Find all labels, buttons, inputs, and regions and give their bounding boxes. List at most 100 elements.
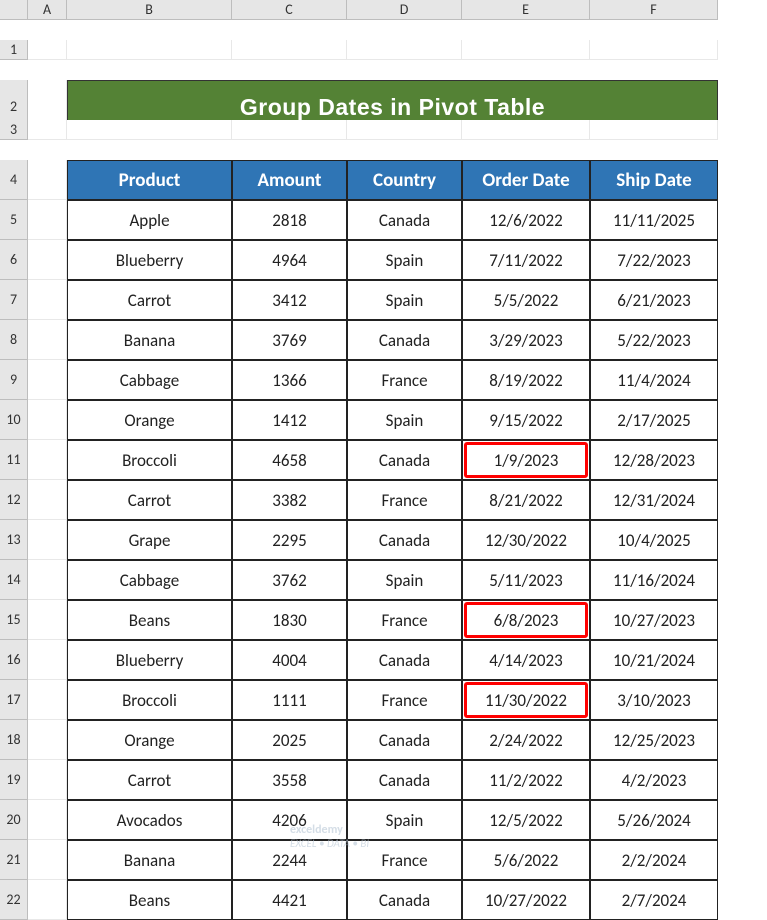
data-cell[interactable]: 1/9/2023 bbox=[462, 440, 590, 480]
data-cell[interactable]: 2295 bbox=[232, 520, 347, 560]
row-header-6[interactable]: 6 bbox=[0, 240, 28, 280]
data-cell[interactable]: 10/27/2023 bbox=[590, 600, 718, 640]
data-cell[interactable]: 2/2/2024 bbox=[590, 840, 718, 880]
data-cell[interactable]: Canada bbox=[347, 200, 462, 240]
data-cell[interactable]: Spain bbox=[347, 240, 462, 280]
data-cell[interactable]: 11/4/2024 bbox=[590, 360, 718, 400]
data-cell[interactable]: 5/22/2023 bbox=[590, 320, 718, 360]
empty-cell[interactable] bbox=[28, 360, 67, 400]
empty-cell[interactable] bbox=[590, 120, 718, 140]
data-cell[interactable]: 10/21/2024 bbox=[590, 640, 718, 680]
data-cell[interactable]: 7/11/2022 bbox=[462, 240, 590, 280]
empty-cell[interactable] bbox=[28, 480, 67, 520]
row-header-11[interactable]: 11 bbox=[0, 440, 28, 480]
row-header-7[interactable]: 7 bbox=[0, 280, 28, 320]
data-cell[interactable]: 1412 bbox=[232, 400, 347, 440]
row-header-15[interactable]: 15 bbox=[0, 600, 28, 640]
table-header-b[interactable]: Product bbox=[67, 160, 232, 200]
corner-cell[interactable] bbox=[0, 0, 28, 20]
data-cell[interactable]: Blueberry bbox=[67, 240, 232, 280]
data-cell[interactable]: Apple bbox=[67, 200, 232, 240]
data-cell[interactable]: 6/8/2023 bbox=[462, 600, 590, 640]
data-cell[interactable]: 2244 bbox=[232, 840, 347, 880]
data-cell[interactable]: France bbox=[347, 600, 462, 640]
data-cell[interactable]: Spain bbox=[347, 400, 462, 440]
empty-cell[interactable] bbox=[28, 120, 67, 140]
data-cell[interactable]: 3/10/2023 bbox=[590, 680, 718, 720]
data-cell[interactable]: Beans bbox=[67, 600, 232, 640]
data-cell[interactable]: Grape bbox=[67, 520, 232, 560]
data-cell[interactable]: Carrot bbox=[67, 760, 232, 800]
data-cell[interactable]: Cabbage bbox=[67, 560, 232, 600]
data-cell[interactable]: France bbox=[347, 480, 462, 520]
data-cell[interactable]: 7/22/2023 bbox=[590, 240, 718, 280]
row-header-19[interactable]: 19 bbox=[0, 760, 28, 800]
data-cell[interactable]: 5/5/2022 bbox=[462, 280, 590, 320]
data-cell[interactable]: Cabbage bbox=[67, 360, 232, 400]
data-cell[interactable]: 2025 bbox=[232, 720, 347, 760]
data-cell[interactable]: 11/16/2024 bbox=[590, 560, 718, 600]
row-header-5[interactable]: 5 bbox=[0, 200, 28, 240]
row-header-22[interactable]: 22 bbox=[0, 880, 28, 920]
empty-cell[interactable] bbox=[67, 120, 232, 140]
row-header-9[interactable]: 9 bbox=[0, 360, 28, 400]
data-cell[interactable]: 10/27/2022 bbox=[462, 880, 590, 920]
data-cell[interactable]: 4421 bbox=[232, 880, 347, 920]
table-header-e[interactable]: Order Date bbox=[462, 160, 590, 200]
col-header-C[interactable]: C bbox=[232, 0, 347, 20]
data-cell[interactable]: 3382 bbox=[232, 480, 347, 520]
row-header-20[interactable]: 20 bbox=[0, 800, 28, 840]
data-cell[interactable]: Banana bbox=[67, 840, 232, 880]
empty-cell[interactable] bbox=[347, 120, 462, 140]
col-header-E[interactable]: E bbox=[462, 0, 590, 20]
data-cell[interactable]: Banana bbox=[67, 320, 232, 360]
data-cell[interactable]: Spain bbox=[347, 560, 462, 600]
row-header-1[interactable]: 1 bbox=[0, 40, 28, 60]
empty-cell[interactable] bbox=[28, 840, 67, 880]
empty-cell[interactable] bbox=[232, 40, 347, 60]
empty-cell[interactable] bbox=[28, 40, 67, 60]
empty-cell[interactable] bbox=[28, 720, 67, 760]
data-cell[interactable]: 12/28/2023 bbox=[590, 440, 718, 480]
row-header-8[interactable]: 8 bbox=[0, 320, 28, 360]
data-cell[interactable]: Spain bbox=[347, 800, 462, 840]
row-header-16[interactable]: 16 bbox=[0, 640, 28, 680]
data-cell[interactable]: Carrot bbox=[67, 280, 232, 320]
row-header-4[interactable]: 4 bbox=[0, 160, 28, 200]
data-cell[interactable]: 5/6/2022 bbox=[462, 840, 590, 880]
row-header-12[interactable]: 12 bbox=[0, 480, 28, 520]
data-cell[interactable]: Carrot bbox=[67, 480, 232, 520]
col-header-A[interactable]: A bbox=[28, 0, 67, 20]
empty-cell[interactable] bbox=[28, 280, 67, 320]
empty-cell[interactable] bbox=[28, 320, 67, 360]
empty-cell[interactable] bbox=[462, 120, 590, 140]
data-cell[interactable]: 11/2/2022 bbox=[462, 760, 590, 800]
data-cell[interactable]: 8/21/2022 bbox=[462, 480, 590, 520]
empty-cell[interactable] bbox=[28, 240, 67, 280]
data-cell[interactable]: 4/14/2023 bbox=[462, 640, 590, 680]
data-cell[interactable]: 3412 bbox=[232, 280, 347, 320]
data-cell[interactable]: Canada bbox=[347, 440, 462, 480]
data-cell[interactable]: 2818 bbox=[232, 200, 347, 240]
data-cell[interactable]: Broccoli bbox=[67, 680, 232, 720]
empty-cell[interactable] bbox=[232, 120, 347, 140]
data-cell[interactable]: 4206 bbox=[232, 800, 347, 840]
data-cell[interactable]: Avocados bbox=[67, 800, 232, 840]
empty-cell[interactable] bbox=[28, 520, 67, 560]
row-header-21[interactable]: 21 bbox=[0, 840, 28, 880]
data-cell[interactable]: Canada bbox=[347, 880, 462, 920]
empty-cell[interactable] bbox=[462, 40, 590, 60]
data-cell[interactable]: 6/21/2023 bbox=[590, 280, 718, 320]
empty-cell[interactable] bbox=[67, 40, 232, 60]
empty-cell[interactable] bbox=[28, 760, 67, 800]
data-cell[interactable]: 4964 bbox=[232, 240, 347, 280]
data-cell[interactable]: 3/29/2023 bbox=[462, 320, 590, 360]
data-cell[interactable]: 1366 bbox=[232, 360, 347, 400]
empty-cell[interactable] bbox=[28, 560, 67, 600]
data-cell[interactable]: 2/17/2025 bbox=[590, 400, 718, 440]
data-cell[interactable]: 9/15/2022 bbox=[462, 400, 590, 440]
data-cell[interactable]: Spain bbox=[347, 280, 462, 320]
data-cell[interactable]: 4004 bbox=[232, 640, 347, 680]
col-header-B[interactable]: B bbox=[67, 0, 232, 20]
row-header-17[interactable]: 17 bbox=[0, 680, 28, 720]
